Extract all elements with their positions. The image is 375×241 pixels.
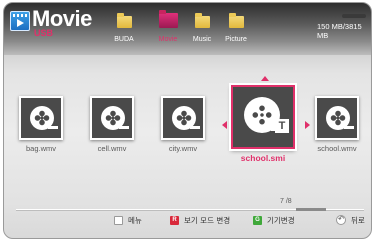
page-indicator: 7 /8 <box>280 198 292 205</box>
film-reel-icon <box>326 106 354 130</box>
capacity-bar <box>342 14 366 18</box>
source-label: USB <box>34 28 54 38</box>
film-reel-icon <box>172 106 200 130</box>
hint-view-mode[interactable]: R 보기 모드 변경 <box>170 214 230 226</box>
folder-icon <box>228 13 244 28</box>
file-name: school.wmv <box>317 144 357 153</box>
file-item-school-wmv[interactable]: school.wmv <box>307 96 367 153</box>
file-thumbnail: T <box>231 85 295 149</box>
media-browser-screen: Movie USB BUDA Movie Music Picture 150 M… <box>3 2 372 239</box>
back-key-icon: ↶ <box>336 215 346 225</box>
category-label: Music <box>192 36 212 43</box>
hint-label: 보기 모드 변경 <box>184 215 231 225</box>
hint-menu[interactable]: 메뉴 <box>114 214 142 226</box>
file-name: cell.wmv <box>97 144 127 153</box>
category-buda[interactable]: BUDA <box>102 13 146 43</box>
hint-label: 메뉴 <box>128 215 142 225</box>
hint-back[interactable]: ↶ 뒤로 <box>336 214 365 226</box>
file-thumbnail <box>315 96 359 140</box>
file-name: bag.wmv <box>25 144 56 153</box>
file-item-city[interactable]: city.wmv <box>153 96 213 153</box>
category-picture[interactable]: Picture <box>214 13 258 43</box>
hint-device[interactable]: G 기기변경 <box>253 214 295 226</box>
hint-label: 뒤로 <box>351 215 365 225</box>
file-thumbnail <box>19 96 63 140</box>
top-bar: Movie USB BUDA Movie Music Picture 150 M… <box>4 3 371 55</box>
menu-key-icon <box>114 215 123 225</box>
file-name: city.wmv <box>168 144 198 153</box>
subtitle-t-icon: T <box>275 119 289 133</box>
capacity-text: 150 MB/3815 MB <box>317 22 362 40</box>
movie-app-icon <box>10 11 30 31</box>
file-thumbnail <box>90 96 134 140</box>
category-label: BUDA <box>114 36 134 43</box>
file-name: school.smi <box>240 153 286 163</box>
folder-icon <box>116 13 132 28</box>
film-reel-icon <box>30 106 58 130</box>
scroll-up-arrow-icon[interactable] <box>261 76 269 81</box>
category-label: Picture <box>225 36 247 43</box>
folder-icon <box>158 10 178 28</box>
film-reel-icon <box>101 106 129 130</box>
green-key-icon: G <box>253 215 262 225</box>
file-item-cell[interactable]: cell.wmv <box>82 96 142 153</box>
category-label: Movie <box>158 36 178 43</box>
footer-divider <box>16 208 364 211</box>
file-item-bag[interactable]: bag.wmv <box>11 96 71 153</box>
red-key-icon: R <box>170 215 179 225</box>
file-item-school-smi[interactable]: T school.smi <box>226 85 300 163</box>
hint-label: 기기변경 <box>267 215 295 225</box>
file-thumbnail <box>161 96 205 140</box>
folder-icon <box>194 13 210 28</box>
